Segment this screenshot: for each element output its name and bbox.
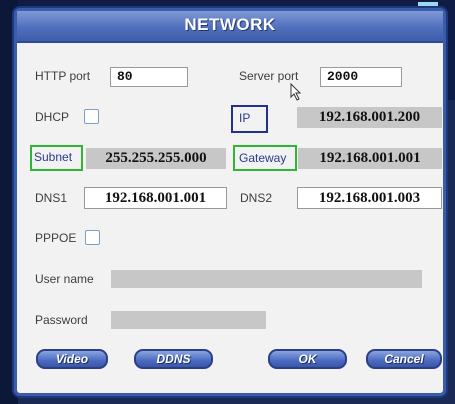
dns2-label: DNS2 — [240, 191, 273, 205]
dns2-field[interactable]: 192.168.001.003 — [297, 187, 442, 209]
subnet-label: Subnet — [34, 150, 73, 164]
dhcp-checkbox[interactable] — [84, 109, 99, 124]
user-name-label: User name — [35, 272, 94, 286]
mouse-pointer-icon — [290, 83, 302, 101]
ddns-button[interactable]: DDNS — [134, 349, 213, 369]
ok-button[interactable]: OK — [268, 349, 347, 369]
http-port-label: HTTP port — [35, 69, 91, 83]
cancel-button[interactable]: Cancel — [366, 349, 442, 369]
server-port-field[interactable]: 2000 — [320, 67, 402, 87]
pppoe-label: PPPOE — [35, 231, 77, 245]
pppoe-checkbox[interactable] — [85, 230, 100, 245]
user-name-field[interactable] — [111, 270, 422, 288]
password-field[interactable] — [111, 311, 266, 329]
password-label: Password — [35, 313, 88, 327]
gateway-label: Gateway — [239, 151, 287, 165]
gateway-field[interactable]: 192.168.001.001 — [298, 148, 442, 169]
video-button[interactable]: Video — [36, 349, 108, 369]
dhcp-label: DHCP — [35, 110, 70, 124]
subnet-field[interactable]: 255.255.255.000 — [86, 148, 226, 169]
ip-label: IP — [239, 111, 251, 125]
dialog-titlebar: NETWORK — [17, 11, 443, 43]
dns1-field[interactable]: 192.168.001.001 — [84, 187, 227, 209]
dns1-label: DNS1 — [35, 191, 68, 205]
server-port-label: Server port — [239, 69, 299, 83]
dialog-title: NETWORK — [184, 15, 276, 34]
ip-field[interactable]: 192.168.001.200 — [297, 107, 442, 128]
http-port-field[interactable]: 80 — [110, 67, 188, 87]
